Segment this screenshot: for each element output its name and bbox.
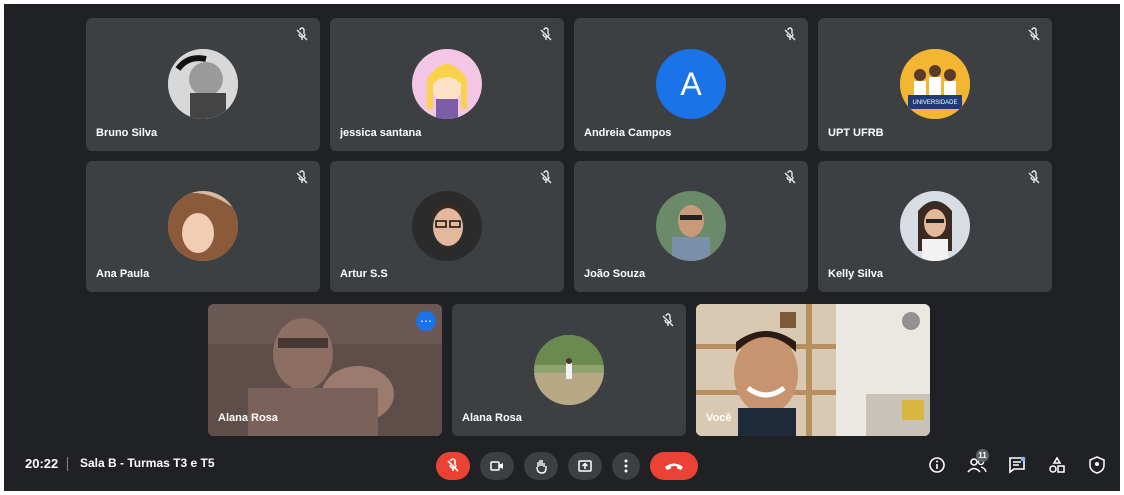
avatar: A <box>656 49 726 119</box>
avatar-letter: A <box>680 65 702 102</box>
chat-button[interactable] <box>1006 454 1028 476</box>
mic-off-icon <box>540 27 552 41</box>
divider <box>67 457 68 471</box>
raise-hand-icon <box>536 460 547 474</box>
leave-call-icon <box>665 463 683 470</box>
participant-tile[interactable]: Artur S.S <box>330 161 564 292</box>
leave-call-button[interactable] <box>650 452 698 480</box>
mic-off-icon <box>784 27 796 41</box>
meeting-time: 20:22 <box>25 456 59 471</box>
participant-name: Alana Rosa <box>462 412 522 424</box>
participant-name: Andreia Campos <box>584 127 672 139</box>
participant-tile[interactable]: UNIVERSIDADE UPT UFRB <box>818 18 1052 151</box>
mic-off-icon <box>1028 170 1040 184</box>
activities-button[interactable] <box>1046 454 1068 476</box>
activities-icon <box>1049 456 1065 473</box>
people-button[interactable]: 11 <box>966 449 989 476</box>
more-options-icon[interactable]: ⋯ <box>416 311 436 331</box>
participant-tile[interactable]: Kelly Silva <box>818 161 1052 292</box>
participant-tile[interactable]: jessica santana <box>330 18 564 151</box>
participant-name: João Souza <box>584 268 646 280</box>
meeting-stage: Bruno Silva jessica santana A Andreia Ca… <box>4 4 1120 491</box>
mic-off-icon <box>784 170 796 184</box>
participant-name: UPT UFRB <box>828 127 884 139</box>
camera-toggle-button[interactable] <box>480 452 514 480</box>
mic-off-icon <box>662 313 674 327</box>
participant-tile[interactable]: Bruno Silva <box>86 18 320 151</box>
chat-icon <box>1009 456 1026 474</box>
mic-off-icon <box>447 458 459 472</box>
host-controls-button[interactable] <box>1086 454 1108 476</box>
meeting-details-button[interactable] <box>926 454 948 476</box>
participant-name: Artur S.S <box>340 268 388 280</box>
avatar <box>900 191 970 261</box>
mic-off-icon <box>902 312 920 330</box>
participant-name: Kelly Silva <box>828 268 884 280</box>
upt-ufrb-logo: UNIVERSIDADE <box>900 49 970 119</box>
present-screen-button[interactable] <box>568 452 602 480</box>
participant-tile[interactable]: Ana Paula <box>86 161 320 292</box>
camera-icon <box>490 461 503 471</box>
avatar <box>534 335 604 405</box>
raise-hand-button[interactable] <box>524 452 558 480</box>
mic-off-icon <box>296 170 308 184</box>
info-icon <box>929 457 945 473</box>
mic-off-icon <box>296 27 308 41</box>
bottom-bar: 20:22 Sala B - Turmas T3 e T5 11 <box>4 440 1120 491</box>
participant-name: Bruno Silva <box>96 127 158 139</box>
mic-toggle-button[interactable] <box>436 452 470 480</box>
participant-name: Alana Rosa <box>218 412 278 424</box>
participant-count-badge: 11 <box>976 449 989 462</box>
mic-off-icon <box>1028 27 1040 41</box>
avatar <box>412 49 482 119</box>
participant-name: Você <box>706 412 732 424</box>
more-options-icon <box>624 459 628 473</box>
self-video-tile[interactable]: Você <box>696 304 930 436</box>
avatar <box>168 191 238 261</box>
participant-name: jessica santana <box>340 127 422 139</box>
meeting-title: Sala B - Turmas T3 e T5 <box>80 456 215 470</box>
avatar <box>168 49 238 119</box>
participant-name: Ana Paula <box>96 268 150 280</box>
more-options-button[interactable] <box>612 452 640 480</box>
present-screen-icon <box>578 460 592 472</box>
participant-tile[interactable]: A Andreia Campos <box>574 18 808 151</box>
participant-tile[interactable]: Alana Rosa <box>452 304 686 436</box>
participant-tile[interactable]: João Souza <box>574 161 808 292</box>
avatar <box>412 191 482 261</box>
host-controls-icon <box>1089 456 1105 474</box>
mic-off-icon <box>540 170 552 184</box>
avatar <box>656 191 726 261</box>
svg-text:UNIVERSIDADE: UNIVERSIDADE <box>912 100 957 106</box>
participant-video-tile[interactable]: ⋯ Alana Rosa <box>208 304 442 436</box>
